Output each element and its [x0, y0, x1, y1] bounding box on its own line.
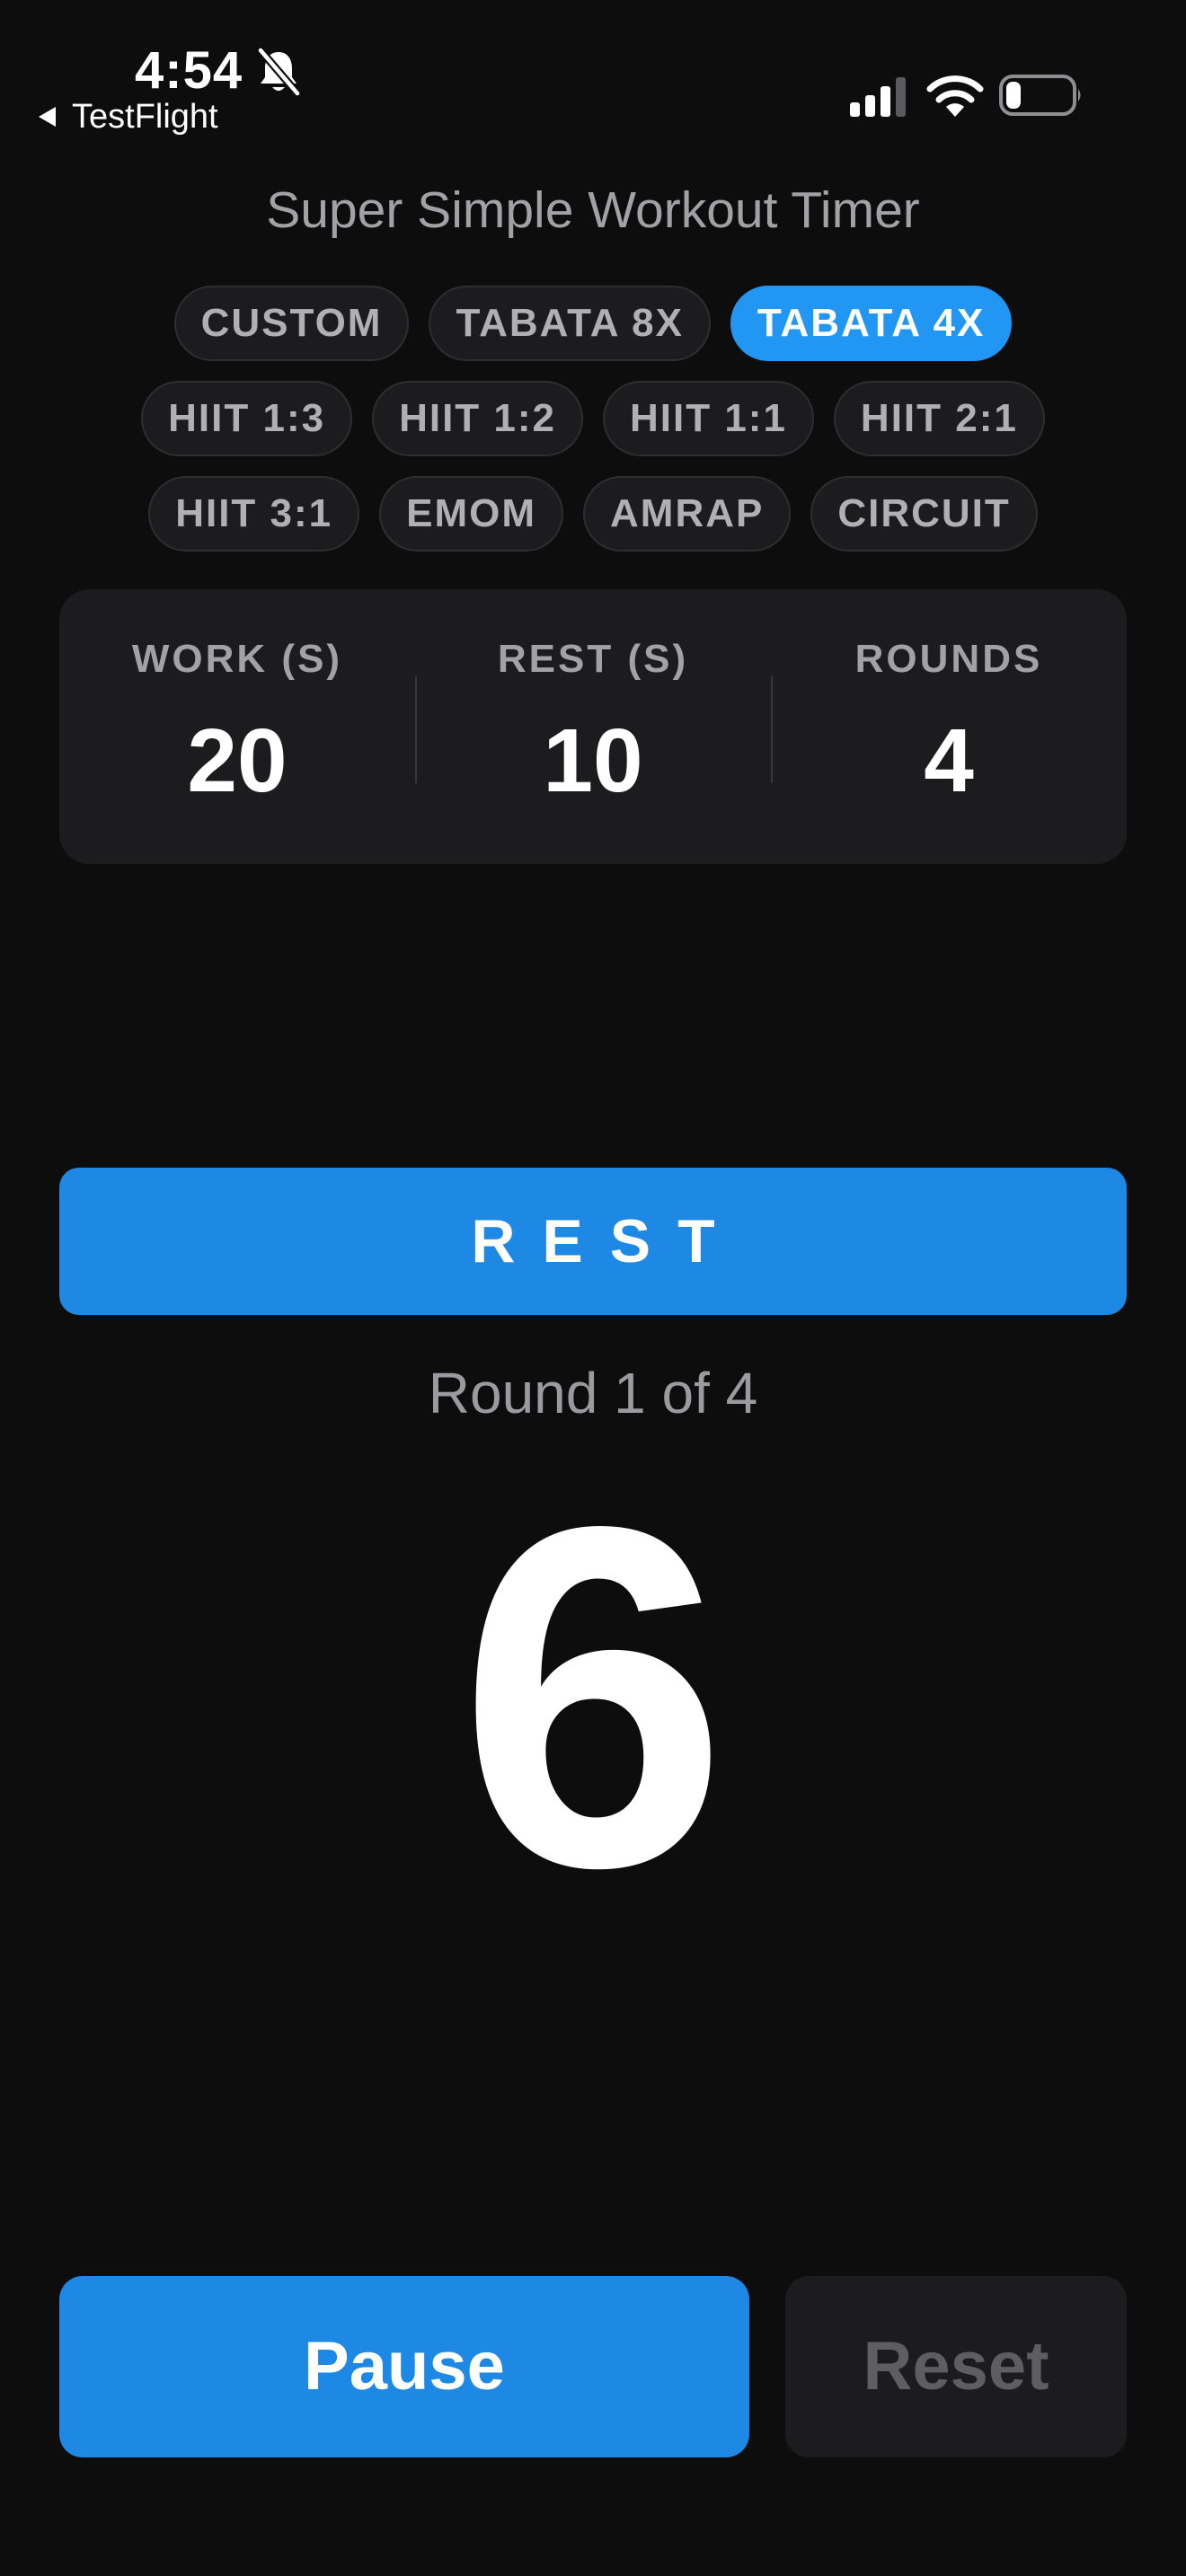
- preset-chip-custom[interactable]: CUSTOM: [173, 286, 410, 361]
- status-time: 4:54: [135, 41, 243, 100]
- bell-slash-icon: [256, 47, 302, 97]
- work-value: 20: [187, 710, 288, 811]
- back-label: TestFlight: [72, 98, 218, 136]
- preset-chip-hiit-2-1[interactable]: HIIT 2:1: [833, 381, 1045, 456]
- settings-card: WORK (S) 20 REST (S) 10 ROUNDS 4: [59, 589, 1127, 864]
- preset-chip-hiit-1-3[interactable]: HIIT 1:3: [141, 381, 353, 456]
- preset-row: HIIT 3:1 EMOM AMRAP CIRCUIT: [0, 476, 1186, 551]
- preset-row: CUSTOM TABATA 8X TABATA 4X: [0, 286, 1186, 361]
- rounds-value: 4: [924, 710, 974, 811]
- preset-chip-tabata-8x[interactable]: TABATA 8X: [429, 286, 711, 361]
- preset-row: HIIT 1:3 HIIT 1:2 HIIT 1:1 HIIT 2:1: [0, 381, 1186, 456]
- rounds-label: ROUNDS: [854, 637, 1043, 681]
- work-label: WORK (S): [131, 637, 343, 681]
- back-to-testflight-link[interactable]: TestFlight: [36, 95, 218, 138]
- rest-setting[interactable]: REST (S) 10: [415, 589, 771, 864]
- phase-banner: REST: [59, 1168, 1127, 1315]
- preset-chip-amrap[interactable]: AMRAP: [583, 476, 792, 551]
- preset-chip-hiit-3-1[interactable]: HIIT 3:1: [148, 476, 360, 551]
- pause-button[interactable]: Pause: [59, 2276, 749, 2457]
- rest-label: REST (S): [497, 637, 689, 681]
- battery-icon: [999, 75, 1081, 116]
- app-title: Super Simple Workout Timer: [266, 181, 920, 239]
- round-indicator: Round 1 of 4: [428, 1361, 758, 1425]
- preset-chip-circuit[interactable]: CIRCUIT: [810, 476, 1038, 551]
- back-arrow-icon: [39, 107, 56, 127]
- cellular-signal-icon: [850, 77, 906, 117]
- work-setting[interactable]: WORK (S) 20: [59, 589, 415, 864]
- preset-chip-emom[interactable]: EMOM: [379, 476, 564, 551]
- preset-chip-hiit-1-2[interactable]: HIIT 1:2: [372, 381, 583, 456]
- reset-button[interactable]: Reset: [785, 2276, 1127, 2457]
- wifi-icon: [926, 75, 984, 117]
- rounds-setting[interactable]: ROUNDS 4: [771, 589, 1127, 864]
- preset-chip-hiit-1-1[interactable]: HIIT 1:1: [603, 381, 814, 456]
- rest-value: 10: [543, 710, 643, 811]
- countdown-number: 6: [457, 1426, 729, 1968]
- preset-chip-tabata-4x[interactable]: TABATA 4X: [730, 286, 1013, 361]
